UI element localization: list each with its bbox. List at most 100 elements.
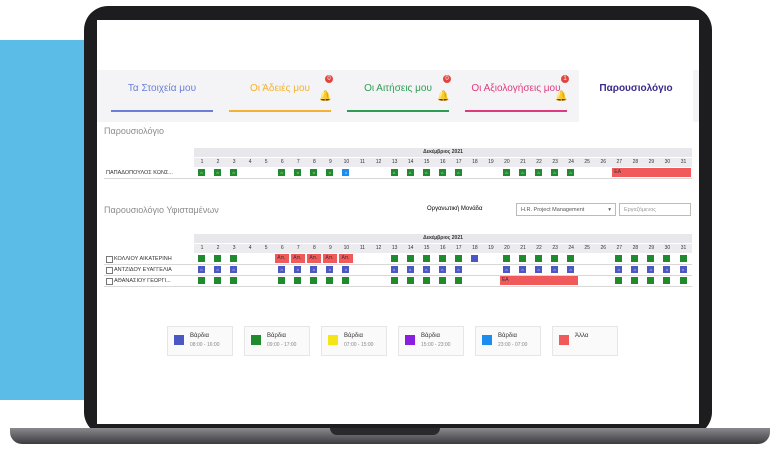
row-checkbox[interactable] (106, 278, 113, 285)
shift-cell[interactable] (615, 277, 623, 284)
shift-cell[interactable]: ⌂ (519, 266, 526, 273)
shift-cell[interactable]: ⌂ (422, 169, 430, 176)
shift-cell[interactable]: ⌂ (535, 169, 543, 176)
shift-cell[interactable]: ⌂ (615, 266, 623, 273)
tab-my-leaves[interactable]: Οι Άδειές μου 🔔 0 (223, 70, 337, 122)
shift-cell[interactable]: ⌂ (519, 169, 526, 176)
shift-cell[interactable] (278, 277, 286, 284)
shift-cell[interactable] (679, 255, 687, 262)
shift-cell[interactable]: ⌂ (342, 169, 350, 176)
shift-cell[interactable]: ⌂ (406, 169, 414, 176)
shift-cell[interactable]: ⌂ (406, 266, 414, 273)
shift-cell[interactable]: ⌂ (647, 266, 655, 273)
shift-cell[interactable]: ⌂ (567, 169, 575, 176)
shift-cell[interactable] (438, 255, 446, 262)
shift-cell[interactable]: ⌂ (454, 169, 462, 176)
leave-cell[interactable]: Απ. (275, 254, 290, 263)
shift-cell[interactable] (438, 277, 446, 284)
shift-cell[interactable] (390, 255, 398, 262)
shift-cell[interactable]: ⌂ (438, 169, 446, 176)
leave-cell[interactable]: Απ. (307, 254, 322, 263)
shift-cell[interactable] (406, 255, 414, 262)
shift-cell[interactable] (663, 277, 671, 284)
shift-cell[interactable]: ⌂ (342, 266, 350, 273)
shift-cell[interactable] (567, 255, 575, 262)
leave-cell[interactable]: Απ. (323, 254, 338, 263)
shift-cell[interactable] (551, 255, 559, 262)
tab-my-details[interactable]: Τα Στοιχεία μου (105, 70, 219, 122)
shift-cell[interactable]: ⌂ (214, 266, 222, 273)
shift-cell[interactable] (470, 255, 478, 262)
shift-cell[interactable] (454, 255, 462, 262)
shift-cell[interactable]: ⌂ (502, 169, 510, 176)
shift-cell[interactable]: ⌂ (438, 266, 446, 273)
shift-cell[interactable] (198, 277, 205, 284)
shift-cell[interactable] (454, 277, 462, 284)
leave-bar[interactable]: ΕΑ (499, 276, 579, 285)
day-number: 9 (329, 159, 332, 165)
shift-cell[interactable] (406, 277, 414, 284)
row-checkbox[interactable] (106, 256, 113, 263)
shift-cell[interactable] (198, 255, 205, 262)
shift-cell[interactable]: ⌂ (230, 266, 238, 273)
shift-cell[interactable] (214, 255, 222, 262)
shift-cell[interactable] (519, 255, 526, 262)
shift-cell[interactable]: ⌂ (631, 266, 639, 273)
leave-cell[interactable]: Απ. (339, 254, 354, 263)
shift-cell[interactable] (390, 277, 398, 284)
shift-cell[interactable] (631, 277, 639, 284)
shift-cell[interactable] (502, 255, 510, 262)
shift-cell[interactable] (230, 255, 238, 262)
shift-cell[interactable] (615, 255, 623, 262)
shift-cell[interactable]: ⌂ (551, 169, 559, 176)
tab-my-requests[interactable]: Οι Αιτήσεις μου 🔔 0 (341, 70, 455, 122)
shift-cell[interactable] (663, 255, 671, 262)
shift-cell[interactable] (422, 277, 430, 284)
shift-cell[interactable]: ⌂ (326, 169, 334, 176)
leave-cell[interactable]: Απ. (291, 254, 306, 263)
shift-cell[interactable] (647, 255, 655, 262)
shift-cell[interactable] (422, 255, 430, 262)
shift-cell[interactable]: ⌂ (454, 266, 462, 273)
shift-cell[interactable]: ⌂ (278, 169, 286, 176)
shift-cell[interactable]: ⌂ (535, 266, 543, 273)
shift-cell[interactable] (631, 255, 639, 262)
shift-cell[interactable]: ⌂ (663, 266, 671, 273)
shift-cell[interactable]: ⌂ (502, 266, 510, 273)
day-number: 21 (520, 159, 526, 165)
shift-cell[interactable]: ⌂ (679, 266, 687, 273)
shift-cell[interactable] (214, 277, 222, 284)
shift-cell[interactable]: ⌂ (230, 169, 238, 176)
shift-cell[interactable] (310, 277, 318, 284)
shift-cell[interactable]: ⌂ (390, 169, 398, 176)
shift-cell[interactable]: ⌂ (567, 266, 575, 273)
shift-cell[interactable]: ⌂ (198, 266, 205, 273)
shift-cell[interactable]: ⌂ (198, 169, 205, 176)
employee-search-input[interactable]: Εργαζόμενος (619, 203, 691, 216)
tab-attendance[interactable]: Παρουσιολόγιο (579, 70, 693, 122)
shift-cell[interactable]: ⌂ (310, 169, 318, 176)
shift-cell[interactable]: ⌂ (294, 169, 302, 176)
shift-cell[interactable] (230, 277, 238, 284)
tab-my-details-label: Τα Στοιχεία μου (127, 83, 197, 94)
tab-my-evaluations[interactable]: Οι Αξιολογήσεις μου 🔔 1 (459, 70, 573, 122)
shift-cell[interactable]: ⌂ (551, 266, 559, 273)
shift-cell[interactable] (647, 277, 655, 284)
shift-cell[interactable]: ⌂ (326, 266, 334, 273)
legend-hours: 07:00 - 15:00 (344, 342, 374, 348)
shift-cell[interactable]: ⌂ (390, 266, 398, 273)
shift-cell[interactable] (342, 277, 350, 284)
row-checkbox[interactable] (106, 267, 113, 274)
shift-cell[interactable]: ⌂ (310, 266, 318, 273)
shift-cell[interactable]: ⌂ (294, 266, 302, 273)
shift-cell[interactable]: ⌂ (278, 266, 286, 273)
shift-cell[interactable] (294, 277, 302, 284)
leave-bar[interactable]: ΕΑ (612, 168, 691, 177)
org-unit-select[interactable]: H.R. Project Management ▾ (516, 203, 616, 216)
shift-cell[interactable] (679, 277, 687, 284)
shift-cell[interactable]: ⌂ (214, 169, 222, 176)
shift-cell[interactable] (326, 277, 334, 284)
shift-cell[interactable]: ⌂ (422, 266, 430, 273)
legend-item: Άλλα (552, 326, 618, 356)
shift-cell[interactable] (535, 255, 543, 262)
